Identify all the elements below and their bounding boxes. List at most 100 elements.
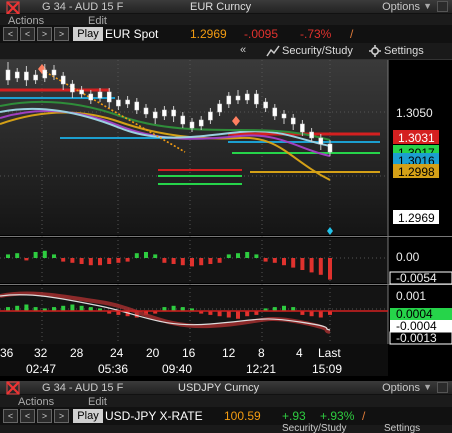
oscillator-bar: [24, 304, 29, 311]
histogram-label: -0.0054: [396, 271, 437, 285]
oscillator-label: -0.0013: [396, 331, 437, 345]
nav-last-button[interactable]: >: [54, 27, 69, 41]
oscillator-bar: [226, 311, 231, 318]
candle: [42, 69, 48, 79]
window2-title: G 34 - AUD 15 F: [42, 382, 124, 394]
histogram-bar: [272, 258, 277, 263]
pct2-change: +.93%: [320, 409, 355, 423]
oscillator-bar: [217, 311, 222, 317]
nav-next-button[interactable]: >: [37, 27, 52, 41]
candle: [51, 69, 57, 76]
window2-title-bar[interactable]: G 34 - AUD 15 F USDJPY Curncy Options ▼: [0, 381, 452, 395]
candle: [318, 137, 324, 145]
candle: [290, 117, 296, 125]
histogram-bar: [15, 253, 20, 258]
nav-first-button[interactable]: <: [3, 27, 18, 41]
histogram-bar: [208, 258, 213, 264]
time-label: 05:36: [98, 362, 128, 376]
histogram-bar: [180, 258, 185, 266]
window-close-button[interactable]: [437, 1, 448, 12]
price-tag-label: 1.2998: [398, 165, 435, 179]
net2-change: +.93: [282, 409, 306, 423]
last-price: 1.2969: [190, 27, 227, 41]
options-dropdown-icon[interactable]: ▼: [423, 1, 432, 11]
gear-icon[interactable]: [369, 45, 381, 60]
candle: [171, 109, 176, 117]
candle: [33, 74, 38, 81]
x-tick-label: 8: [258, 346, 265, 360]
oscillator-bar: [79, 305, 84, 311]
histogram-bar: [245, 252, 250, 258]
candle: [14, 71, 20, 79]
candle: [152, 111, 158, 119]
security-study2-button[interactable]: Security/Study: [282, 424, 346, 433]
price-tag-label: 1.2969: [398, 211, 435, 225]
oscillator-bar: [15, 305, 20, 311]
x-tick-label: 4: [296, 346, 303, 360]
candle: [162, 109, 167, 117]
play2-button[interactable]: Play: [73, 409, 103, 423]
collapse-button[interactable]: «: [240, 44, 246, 56]
options-menu[interactable]: Options: [382, 0, 420, 14]
oscillator-bar: [245, 311, 250, 317]
histogram-bar: [217, 258, 222, 263]
histogram-bar: [328, 258, 332, 280]
study-header: « Security/Study Settings: [0, 43, 452, 60]
x-tick-label: Last: [318, 346, 341, 360]
candle: [235, 95, 241, 101]
oscillator-bar: [171, 305, 176, 311]
nav2-last-button[interactable]: >: [54, 409, 69, 423]
candle: [198, 119, 204, 127]
chart-icon[interactable]: [266, 45, 280, 60]
histogram-bar: [125, 258, 130, 262]
candle: [24, 71, 29, 81]
histogram-bar: [254, 254, 259, 258]
options2-menu[interactable]: Options: [382, 381, 420, 395]
security2-title: USDJPY Curncy: [178, 382, 260, 394]
oscillator-bar: [70, 304, 75, 311]
play-button[interactable]: Play: [73, 27, 103, 41]
histogram-bar: [309, 258, 314, 273]
candle: [217, 103, 222, 113]
candle: [244, 93, 250, 101]
histogram-bar: [79, 258, 84, 264]
security2-name: USD-JPY X-RATE: [105, 409, 203, 423]
x-tick-label: 36: [0, 346, 14, 360]
x-tick-label: 12: [222, 346, 236, 360]
price-tag-label: 1.3031: [398, 131, 435, 145]
price-tags: 1.30311.30171.30161.29981.2969: [393, 130, 439, 225]
candle: [88, 93, 94, 101]
x-tick-label: 32: [34, 346, 48, 360]
candle: [116, 99, 121, 107]
time-label: 15:09: [312, 362, 342, 376]
security-bar: < < > > Play EUR Spot 1.2969 -.0095 -.73…: [0, 25, 452, 43]
nav2-next-button[interactable]: >: [37, 409, 52, 423]
x-tick-label: 28: [70, 346, 84, 360]
oscillator-bar: [318, 311, 323, 318]
candle: [5, 69, 11, 81]
histogram-bar: [42, 250, 47, 258]
candle: [106, 91, 112, 103]
options2-dropdown-icon[interactable]: ▼: [423, 382, 432, 392]
histogram-bar: [134, 253, 139, 258]
histogram-bar: [98, 258, 102, 266]
nav2-prev-button[interactable]: <: [20, 409, 35, 423]
histogram-bar: [291, 258, 296, 268]
candle: [70, 83, 75, 93]
histogram-bar: [226, 254, 231, 258]
window-title-bar[interactable]: G 34 - AUD 15 F EUR Curncy Options ▼: [0, 0, 452, 15]
security-study-button[interactable]: Security/Study: [282, 45, 353, 57]
candle: [254, 93, 259, 105]
histogram-bar: [300, 258, 305, 270]
nav-prev-button[interactable]: <: [20, 27, 35, 41]
settings2-button[interactable]: Settings: [384, 424, 420, 433]
window2-close-button[interactable]: [437, 382, 448, 393]
price-chart[interactable]: 1.3050 1.30311.30171.30161.29981.2969 0.…: [0, 60, 452, 376]
settings-button[interactable]: Settings: [384, 45, 424, 57]
trend-slash-icon: /: [350, 27, 354, 41]
histogram-bar: [236, 253, 240, 258]
nav2-first-button[interactable]: <: [3, 409, 18, 423]
app-close-icon[interactable]: [4, 381, 24, 395]
app-close-icon[interactable]: [4, 0, 24, 15]
study2-header: Security/Study Settings: [0, 424, 452, 433]
